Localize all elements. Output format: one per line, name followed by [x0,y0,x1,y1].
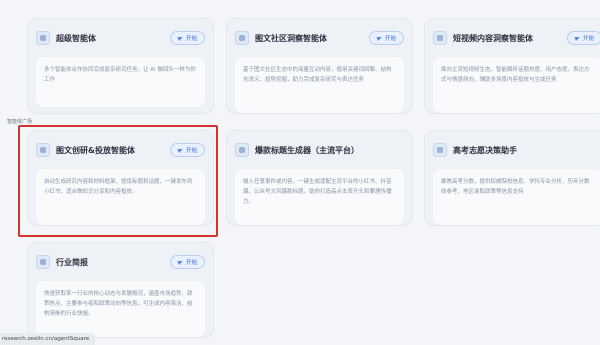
card-description: 面向主流短视频生态，智能解析话题热度、用户态度、表达方式与情感倾向，辅助多场景内… [433,57,600,113]
agent-icon [235,143,249,157]
card-title: 行业简报 [56,257,88,267]
agent-icon [36,143,50,157]
card-description: 聚焦高考分数，提供权威院校信息、学科专业分析、历年分数线参考、地区录取政策等信息… [433,169,600,225]
card-description: 快速获取某一行业的核心动态与发展概况，涵盖市场趋势、政策热点、主要参与者和政策动… [36,281,205,337]
agent-icon [433,143,447,157]
send-icon [376,35,383,41]
card-title: 超级智能体 [56,33,96,43]
agent-icon [36,255,50,269]
open-button-label: 开始 [384,36,396,42]
card-description: 多个智能体合作协同完成复杂研究任务，让 AI 做回队一样为你工作 [36,57,205,107]
agent-card-super[interactable]: 超级智能体 开始 多个智能体合作协同完成复杂研究任务，让 AI 做回队一样为你工… [27,18,214,114]
open-button[interactable]: 开始 [169,31,205,45]
agent-card-short-video[interactable]: 短视频内容洞察智能体 开始 面向主流短视频生态，智能解析话题热度、用户态度、表达… [424,18,600,114]
card-title: 高考志愿决策助手 [453,145,517,155]
card-description: 输入任意事件或内容，一键生成适配主流平台的小红书、抖音爆、公众号文风爆款标题，助… [235,169,404,225]
open-button[interactable]: 开始 [566,31,600,45]
page-left-margin [0,0,12,345]
send-icon [574,35,581,41]
card-description: 自动生成研究内容和材料框架，提炼标题和话题，一键发布到小红书，适合做知识分享和内… [36,169,205,225]
open-button-label: 开始 [582,36,594,42]
agent-icon [36,31,50,45]
agent-icon [235,31,249,45]
card-title: 图文社区洞察智能体 [255,33,327,43]
section-label: 智能体广场 [7,119,33,125]
card-description: 基于图文社区生态中的海量互动内容，使用关键词回聊、结构化语义、趋势挖掘，助力完成… [235,57,404,113]
open-button[interactable]: 开始 [169,255,205,269]
card-title: 爆款标题生成器（主流平台） [255,145,359,155]
send-icon [177,35,184,41]
agent-card-image-community[interactable]: 图文社区洞察智能体 开始 基于图文社区生态中的海量互动内容，使用关键词回聊、结构… [226,18,413,114]
send-icon [177,147,184,153]
agent-icon [433,31,447,45]
send-icon [177,259,184,265]
agent-card-image-creation[interactable]: 图文创研&投放智能体 开始 自动生成研究内容和材料框架，提炼标题和话题，一键发布… [27,130,214,226]
open-button[interactable]: 开始 [368,31,404,45]
open-button-label: 开始 [185,260,197,266]
open-button[interactable]: 开始 [169,143,205,157]
agent-card-industry-brief[interactable]: 行业简报 开始 快速获取某一行业的核心动态与发展概况，涵盖市场趋势、政策热点、主… [27,242,214,338]
open-button-label: 开始 [185,36,197,42]
status-bar-url: research.zeelin.cn/agentSquare [0,333,96,345]
open-button-label: 开始 [185,148,197,154]
agent-card-title-generator[interactable]: 爆款标题生成器（主流平台） 输入任意事件或内容，一键生成适配主流平台的小红书、抖… [226,130,413,226]
agent-card-gaokao[interactable]: 高考志愿决策助手 聚焦高考分数，提供权威院校信息、学科专业分析、历年分数线参考、… [424,130,600,226]
card-title: 短视频内容洞察智能体 [453,33,533,43]
card-title: 图文创研&投放智能体 [56,145,135,155]
